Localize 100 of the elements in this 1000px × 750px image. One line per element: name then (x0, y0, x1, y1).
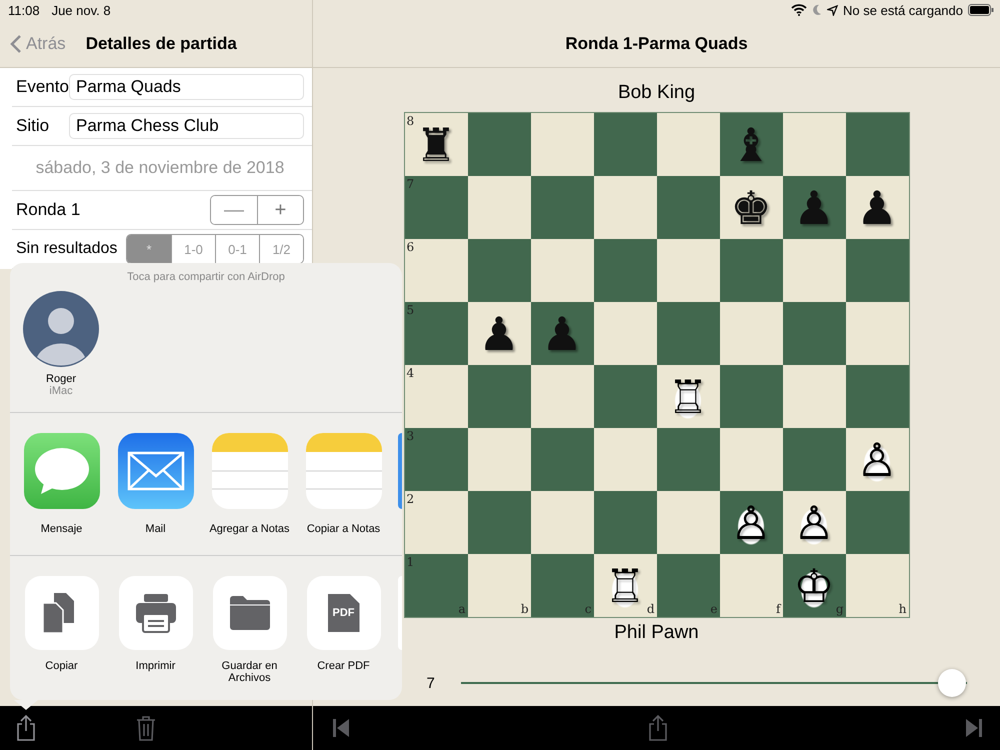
board-square[interactable] (594, 428, 656, 491)
board-square[interactable]: 4 (404, 365, 468, 428)
board-square[interactable] (594, 365, 656, 428)
app-icon[interactable] (398, 433, 402, 509)
moon-icon (812, 4, 822, 16)
share-icon[interactable] (16, 715, 36, 741)
board-square[interactable] (720, 302, 782, 365)
board-square[interactable] (530, 113, 594, 176)
share-option-label: Copiar (44, 660, 79, 672)
board-square[interactable] (530, 428, 594, 491)
share-option-label: Crear PDF (316, 660, 371, 672)
chess-piece[interactable]: ♚ (730, 184, 772, 230)
board-square[interactable] (468, 365, 530, 428)
board-square[interactable] (782, 302, 846, 365)
board-square[interactable] (782, 113, 846, 176)
chess-piece[interactable]: ♟ (856, 184, 898, 230)
board-square[interactable] (656, 113, 720, 176)
rank-label: 8 (406, 114, 414, 128)
board-square[interactable] (846, 239, 908, 302)
board-square[interactable] (594, 491, 656, 554)
last-move-icon[interactable] (966, 719, 982, 737)
board-square[interactable] (846, 365, 908, 428)
mail-app-icon[interactable] (118, 433, 194, 509)
move-number: 7 (426, 674, 435, 692)
rank-label: 4 (406, 366, 414, 380)
board-square[interactable]: ♙ (782, 491, 846, 554)
back-chevron-icon[interactable] (10, 34, 22, 54)
contact-device: iMac (49, 385, 73, 397)
date-text: sábado, 3 de noviembre de 2018 (36, 158, 284, 178)
board-square[interactable] (846, 113, 908, 176)
board-square[interactable] (782, 365, 846, 428)
board-square[interactable] (594, 302, 656, 365)
board-square[interactable] (468, 428, 530, 491)
board-square[interactable] (594, 113, 656, 176)
board-square[interactable] (656, 491, 720, 554)
board-square[interactable] (720, 428, 782, 491)
stepper-button[interactable]: + (257, 196, 303, 224)
folder-action-icon[interactable] (212, 576, 286, 650)
notes-app-icon[interactable] (212, 433, 288, 509)
board-square[interactable]: b (468, 554, 530, 617)
board-square[interactable] (468, 491, 530, 554)
board-square[interactable]: h (846, 554, 908, 617)
board-square[interactable] (720, 239, 782, 302)
charging-status: No se está cargando (843, 2, 963, 18)
share-option-label: Copiar a Notas (306, 523, 382, 535)
board-square[interactable]: ♙ (846, 428, 908, 491)
notes-app-icon[interactable] (306, 433, 382, 509)
board-square[interactable] (782, 428, 846, 491)
board-square[interactable] (656, 428, 720, 491)
text-field[interactable]: Parma Quads (69, 74, 304, 100)
share-icon[interactable] (648, 715, 668, 741)
trash-icon[interactable] (136, 715, 156, 741)
chess-piece[interactable]: ♟ (478, 310, 520, 356)
board-square[interactable]: ♟ (468, 302, 530, 365)
battery-icon (968, 4, 994, 16)
first-move-icon[interactable] (333, 719, 349, 737)
board-square[interactable] (530, 239, 594, 302)
board-square[interactable] (468, 239, 530, 302)
file-label: b (520, 602, 528, 616)
game-title: Ronda 1-Parma Quads (564, 33, 749, 55)
board-square[interactable] (782, 239, 846, 302)
rank-label: 5 (406, 303, 414, 317)
board-square[interactable] (594, 239, 656, 302)
board-square[interactable] (656, 302, 720, 365)
chess-piece[interactable]: ♜ (415, 122, 457, 168)
board-square[interactable] (846, 491, 908, 554)
board-square[interactable] (530, 491, 594, 554)
rank-label: 7 (406, 177, 414, 191)
share-option-label: Mensaje (40, 523, 84, 535)
board-square[interactable] (468, 176, 530, 239)
file-label: g (836, 602, 844, 616)
result-label: Sin resultados (16, 240, 118, 258)
messages-app-icon[interactable] (24, 433, 100, 509)
field-label: Evento (16, 77, 69, 97)
panel-title: Detalles de partida (86, 34, 237, 54)
board-square[interactable] (530, 365, 594, 428)
board-square[interactable] (468, 113, 530, 176)
copy-action-icon[interactable] (24, 576, 98, 650)
board-square[interactable] (846, 302, 908, 365)
board-square[interactable]: ♟ (846, 176, 908, 239)
board-square[interactable] (594, 176, 656, 239)
field-label: Sitio (16, 116, 50, 136)
share-option-label: Guardar en Archivos (220, 660, 278, 684)
board-square[interactable]: 6 (404, 239, 468, 302)
text-field[interactable]: Parma Chess Club (69, 113, 304, 139)
board-square[interactable]: ♚ (720, 176, 782, 239)
board-square[interactable]: f (720, 554, 782, 617)
board-square[interactable] (530, 176, 594, 239)
airdrop-hint: Toca para compartir con AirDrop (126, 271, 286, 283)
print-action-icon[interactable] (118, 576, 192, 650)
board-square[interactable] (656, 239, 720, 302)
board-square[interactable] (656, 176, 720, 239)
pdf-action-icon[interactable]: PDF (306, 576, 380, 650)
board-square[interactable] (720, 365, 782, 428)
share-option-label: Mail (144, 523, 167, 535)
board-square[interactable]: 2 (404, 491, 468, 554)
board-square[interactable]: ♖ (656, 365, 720, 428)
status-date: Jue nov. 8 (52, 3, 111, 20)
rank-label: 2 (406, 492, 414, 506)
avatar-silhouette[interactable] (23, 291, 99, 367)
